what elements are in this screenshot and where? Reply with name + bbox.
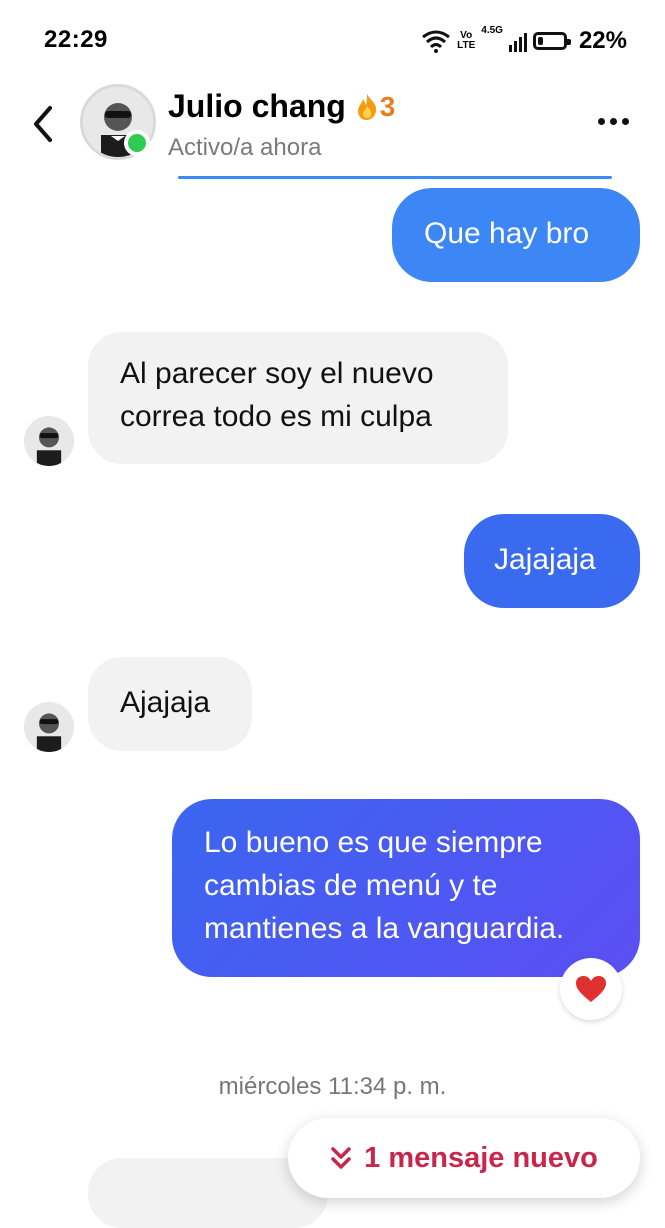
message-line: cambias de menú y te xyxy=(204,869,498,902)
message-line: Al parecer soy el nuevo xyxy=(120,357,434,390)
sender-avatar[interactable] xyxy=(24,702,74,752)
volte-bottom: LTE xyxy=(457,40,476,51)
message-line: mantienes a la vanguardia. xyxy=(204,912,565,945)
signal-icon xyxy=(508,30,527,52)
battery-icon xyxy=(532,32,571,50)
wifi-icon xyxy=(422,30,451,53)
message-bubble-outgoing[interactable]: Lo bueno es que siempre cambias de menú … xyxy=(172,799,640,977)
message-text: Jajajaja xyxy=(494,543,596,576)
battery-percent: 22% xyxy=(578,27,627,54)
message-line: correa todo es mi culpa xyxy=(120,400,432,433)
double-chevron-down-icon xyxy=(331,1147,351,1169)
status-icons: Vo LTE 4.5G 22% xyxy=(421,26,627,56)
person-avatar-icon xyxy=(24,416,74,466)
message-text: Que hay bro xyxy=(424,217,590,250)
streak-count: 3 xyxy=(379,90,396,122)
person-avatar-icon xyxy=(24,702,74,752)
message-bubble-outgoing[interactable]: Que hay bro xyxy=(392,188,640,282)
message-bubble-incoming[interactable]: Ajajaja xyxy=(88,657,252,751)
message-text: Ajajaja xyxy=(120,686,211,719)
presence-status: Activo/a ahora xyxy=(168,134,322,161)
new-message-button[interactable]: 1 mensaje nuevo xyxy=(288,1118,640,1198)
network-type: 4.5G xyxy=(481,25,503,36)
back-button[interactable] xyxy=(28,102,60,146)
contact-name-row[interactable]: Julio chang 3 xyxy=(168,88,395,125)
more-options-icon[interactable] xyxy=(598,118,629,125)
online-indicator xyxy=(124,130,150,156)
new-message-label: 1 mensaje nuevo xyxy=(364,1141,598,1174)
message-line: Lo bueno es que siempre xyxy=(204,826,543,859)
streak-badge: 3 xyxy=(356,90,396,123)
header-divider xyxy=(178,176,612,179)
fire-icon xyxy=(357,93,376,120)
volte-indicator: Vo LTE xyxy=(457,31,475,51)
message-bubble-outgoing[interactable]: Jajajaja xyxy=(464,514,640,608)
reaction-badge[interactable] xyxy=(560,958,622,1020)
status-time: 22:29 xyxy=(44,26,108,53)
chevron-left-icon xyxy=(34,106,52,142)
message-bubble-incoming[interactable]: Al parecer soy el nuevo correa todo es m… xyxy=(88,332,508,464)
date-separator: miércoles 11:34 p. m. xyxy=(218,1073,447,1100)
battery-fill xyxy=(537,37,543,45)
heart-icon xyxy=(576,976,606,1002)
contact-name: Julio chang xyxy=(168,88,346,124)
sender-avatar[interactable] xyxy=(24,416,74,466)
